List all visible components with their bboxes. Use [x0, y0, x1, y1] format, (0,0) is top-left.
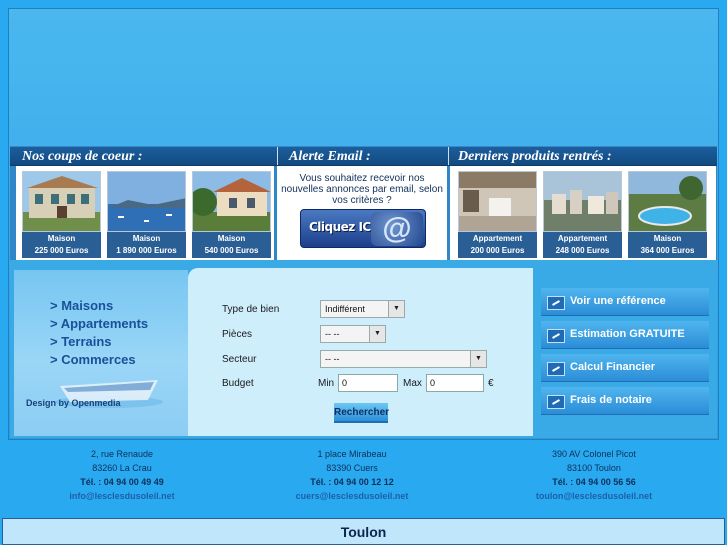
arrow-icon — [547, 362, 565, 376]
coups-de-coeur-title: Nos coups de coeur : — [22, 149, 143, 164]
secteur-label: Secteur — [222, 354, 257, 365]
agency-toulon: 390 AV Colonel Picot 83100 Toulon Tél. :… — [494, 447, 694, 503]
menu-item-maisons[interactable]: > Maisons — [50, 298, 113, 313]
at-icon: @ — [371, 212, 423, 246]
property-photo[interactable] — [107, 171, 186, 232]
budget-label: Budget — [222, 378, 254, 389]
property-photo[interactable] — [543, 171, 622, 232]
menu-item-terrains[interactable]: > Terrains — [50, 334, 112, 349]
property-photo[interactable] — [458, 171, 537, 232]
listing-label: Maison 1 890 000 Euros — [107, 232, 186, 258]
alerte-email-panel: Vous souhaitez recevoir nos nouvelles an… — [277, 166, 447, 260]
property-photo[interactable] — [192, 171, 271, 232]
derniers-produits-panel: Appartement 200 000 Euros Appartement 24… — [450, 166, 716, 260]
property-photo[interactable] — [628, 171, 707, 232]
design-credit: Design by Openmedia — [26, 398, 121, 408]
bottom-bar: Toulon — [2, 518, 725, 545]
estimation-gratuite-button[interactable]: Estimation GRATUITE — [541, 321, 709, 349]
cliquez-ici-button[interactable]: Cliquez ICI @ — [300, 209, 426, 248]
listing-label: Appartement 248 000 Euros — [543, 232, 622, 258]
listing-card[interactable]: Maison 364 000 Euros — [628, 171, 707, 258]
arrow-icon — [547, 329, 565, 343]
budget-min-label: Min — [318, 378, 335, 389]
alert-text: Vous souhaitez recevoir nos nouvelles an… — [281, 173, 443, 206]
menu-item-commerces[interactable]: > Commerces — [50, 352, 136, 367]
secteur-select[interactable]: -- -- ▼ — [320, 350, 487, 368]
arrow-icon — [547, 395, 565, 409]
category-menu: > Maisons > Appartements > Terrains > Co… — [14, 270, 188, 436]
listing-label: Appartement 200 000 Euros — [458, 232, 537, 258]
listing-card[interactable]: Maison 540 000 Euros — [192, 171, 271, 258]
listing-card[interactable]: Appartement 248 000 Euros — [543, 171, 622, 258]
budget-max-input[interactable]: 0 — [426, 374, 484, 392]
type-de-bien-select[interactable]: Indifférent ▼ — [320, 300, 405, 318]
cliquez-ici-label: Cliquez ICI — [309, 220, 375, 234]
derniers-produits-title: Derniers produits rentrés : — [458, 149, 612, 164]
listing-card[interactable]: Appartement 200 000 Euros — [458, 171, 537, 258]
email-link[interactable]: toulon@lesclesdusoleil.net — [494, 489, 694, 503]
header-divider — [448, 147, 449, 165]
property-photo[interactable] — [22, 171, 101, 232]
budget-min-input[interactable]: 0 — [338, 374, 398, 392]
agency-section-title: Toulon — [340, 524, 387, 540]
calcul-financier-button[interactable]: Calcul Financier — [541, 354, 709, 382]
menu-item-appartements[interactable]: > Appartements — [50, 316, 148, 331]
quick-actions: Voir une référence Estimation GRATUITE C… — [535, 270, 715, 436]
chevron-down-icon: ▼ — [369, 326, 385, 342]
frais-de-notaire-button[interactable]: Frais de notaire — [541, 387, 709, 415]
type-de-bien-label: Type de bien — [222, 304, 280, 315]
voir-reference-button[interactable]: Voir une référence — [541, 288, 709, 316]
search-form: Type de bien Indifférent ▼ Pièces -- -- … — [188, 268, 533, 436]
listing-label: Maison 225 000 Euros — [22, 232, 101, 258]
alerte-email-title: Alerte Email : — [289, 149, 371, 164]
budget-max-label: Max — [403, 378, 422, 389]
agency-la-crau: 2, rue Renaude 83260 La Crau Tél. : 04 9… — [22, 447, 222, 503]
listing-label: Maison 540 000 Euros — [192, 232, 271, 258]
section-header-bar: Nos coups de coeur : Alerte Email : Dern… — [10, 146, 717, 166]
arrow-icon — [547, 296, 565, 310]
email-link[interactable]: info@lesclesdusoleil.net — [22, 489, 222, 503]
rechercher-button[interactable]: Rechercher — [334, 403, 389, 423]
listing-card[interactable]: Maison 1 890 000 Euros — [107, 171, 186, 258]
currency-symbol: € — [488, 378, 494, 389]
agency-cuers: 1 place Mirabeau 83390 Cuers Tél. : 04 9… — [252, 447, 452, 503]
listing-card[interactable]: Maison 225 000 Euros — [22, 171, 101, 258]
chevron-down-icon: ▼ — [388, 301, 404, 317]
coups-de-coeur-panel: Maison 225 000 Euros Maison 1 890 000 Eu… — [16, 166, 274, 260]
header-divider — [277, 147, 278, 165]
email-link[interactable]: cuers@lesclesdusoleil.net — [252, 489, 452, 503]
listing-label: Maison 364 000 Euros — [628, 232, 707, 258]
pieces-label: Pièces — [222, 329, 253, 340]
chevron-down-icon: ▼ — [470, 351, 486, 367]
pieces-select[interactable]: -- -- ▼ — [320, 325, 386, 343]
